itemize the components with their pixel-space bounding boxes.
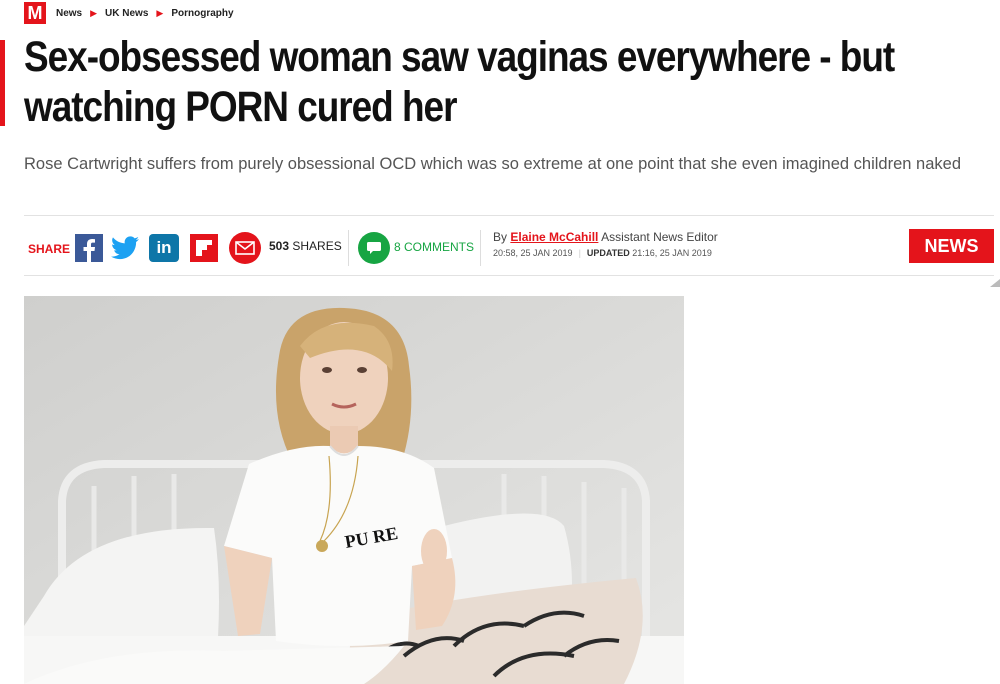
article-photo[interactable]: PU RE <box>24 296 684 684</box>
updated-time: 21:16, 25 JAN 2019 <box>632 248 712 258</box>
divider <box>24 275 994 276</box>
breadcrumb: News ▶ UK News ▶ Pornography <box>56 8 234 19</box>
section-badge[interactable]: NEWS <box>909 229 994 263</box>
author-role: Assistant News Editor <box>601 230 718 244</box>
comments-link[interactable]: 8 COMMENTS <box>394 240 474 254</box>
share-bar: SHARE in 503 SHARES 8 COMMENTS By Elaine… <box>24 226 1000 268</box>
article-standfirst: Rose Cartwright suffers from purely obse… <box>24 155 961 173</box>
divider <box>348 230 349 266</box>
flipboard-icon[interactable] <box>190 234 218 262</box>
share-label: SHARE <box>28 242 71 256</box>
divider <box>24 215 994 216</box>
publish-dates: 20:58, 25 JAN 2019 | UPDATED 21:16, 25 JAN… <box>493 248 712 258</box>
breadcrumb-uk-news[interactable]: UK News <box>105 8 148 19</box>
photo-illustration: PU RE <box>24 296 684 684</box>
share-count: 503 SHARES <box>269 239 342 253</box>
top-bar: M News ▶ UK News ▶ Pornography <box>24 2 234 24</box>
mirror-logo[interactable]: M <box>24 2 46 24</box>
byline-prefix: By <box>493 230 508 244</box>
share-count-suffix: SHARES <box>292 239 342 253</box>
byline: By Elaine McCahill Assistant News Editor <box>493 230 718 244</box>
divider <box>480 230 481 266</box>
updated-label: UPDATED <box>586 248 630 258</box>
twitter-icon[interactable] <box>111 234 139 262</box>
article-headline: Sex-obsessed woman saw vaginas everywher… <box>24 33 895 131</box>
chevron-right-icon: ▶ <box>156 7 164 18</box>
facebook-icon[interactable] <box>75 234 103 262</box>
author-link[interactable]: Elaine McCahill <box>510 230 598 244</box>
published-time: 20:58, 25 JAN 2019 <box>493 248 573 258</box>
share-count-number: 503 <box>269 239 290 253</box>
comment-icon[interactable] <box>358 232 390 264</box>
breadcrumb-news[interactable]: News <box>56 8 82 19</box>
corner-fold-icon <box>990 279 1000 287</box>
linkedin-icon[interactable]: in <box>149 234 179 262</box>
chevron-right-icon: ▶ <box>90 7 98 18</box>
breadcrumb-pornography[interactable]: Pornography <box>171 8 233 19</box>
email-icon[interactable] <box>229 232 261 264</box>
headline-accent-bar <box>0 40 5 126</box>
